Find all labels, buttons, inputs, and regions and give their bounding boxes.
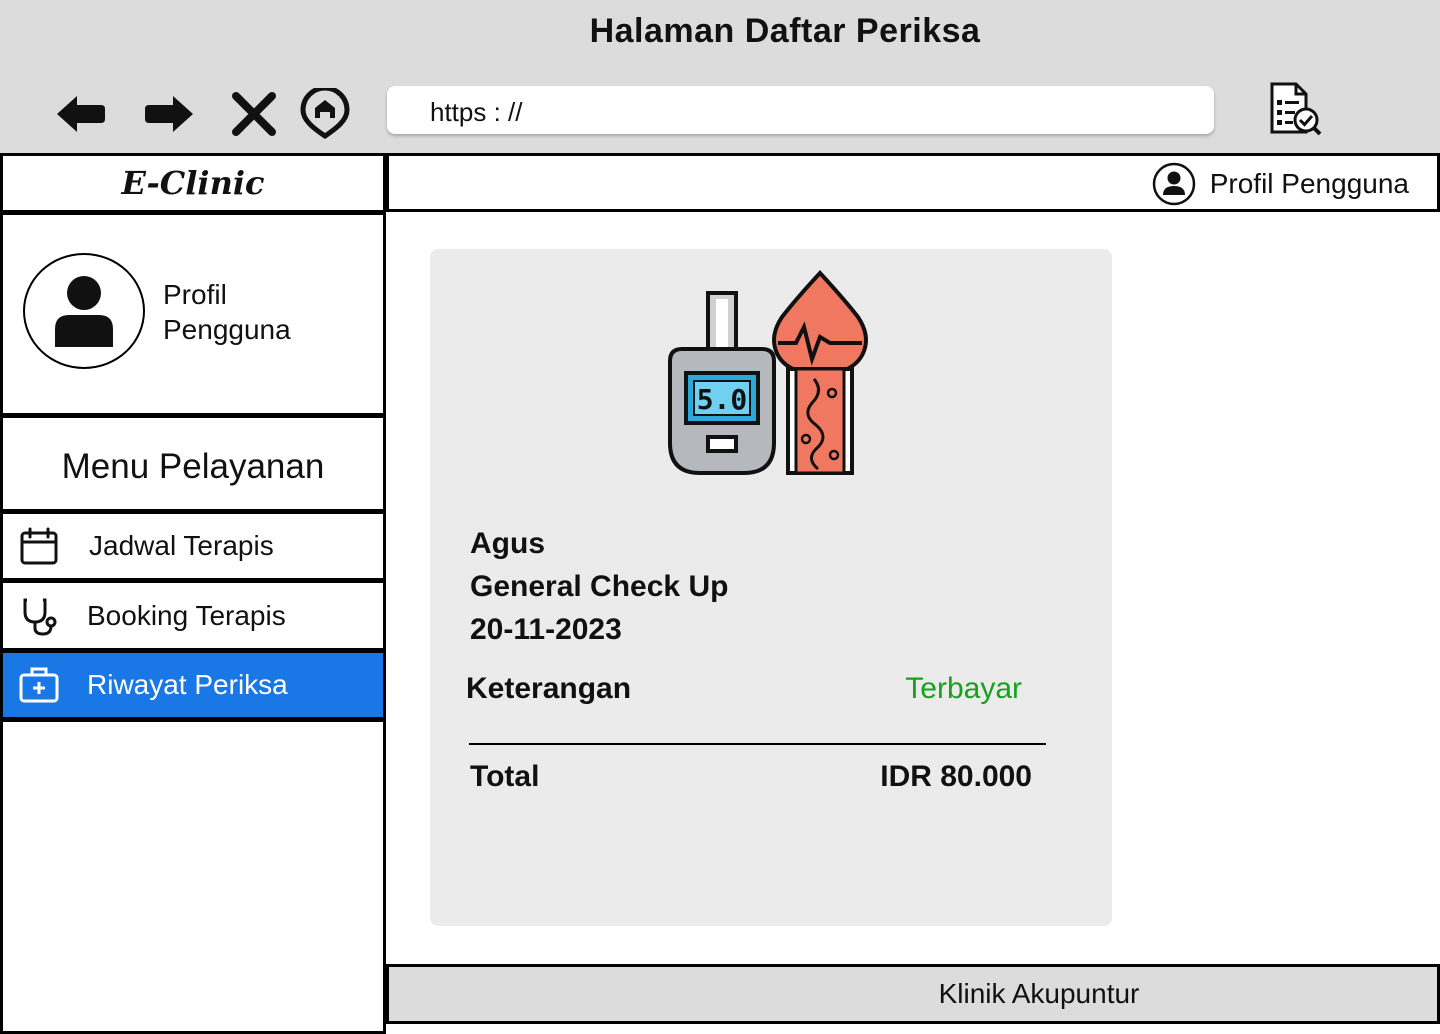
sidebar-item-label: Jadwal Terapis bbox=[89, 530, 274, 561]
note-row: Keterangan Terbayar bbox=[466, 672, 1022, 706]
window-title: Halaman Daftar Periksa bbox=[589, 12, 981, 50]
medical-kit-icon bbox=[19, 667, 59, 703]
menu-title: Menu Pelayanan bbox=[0, 415, 386, 512]
browser-chrome: Halaman Daftar Periksa https : // bbox=[0, 0, 1440, 153]
sidebar-empty-area bbox=[0, 719, 386, 1034]
sidebar-profile[interactable]: Profil Pengguna bbox=[0, 212, 386, 416]
topbar-profile-label: Profil Pengguna bbox=[1209, 168, 1409, 199]
user-circle-icon bbox=[1152, 162, 1195, 206]
meter-reading: 5.0 bbox=[697, 383, 748, 416]
glucose-meter-icon: 5.0 bbox=[668, 270, 868, 475]
total-label: Total bbox=[470, 760, 540, 793]
sidebar-item-riwayat-periksa[interactable]: Riwayat Periksa bbox=[0, 650, 386, 720]
stethoscope-icon bbox=[23, 598, 57, 636]
service-name: General Check Up bbox=[470, 570, 729, 603]
calendar-icon bbox=[20, 527, 58, 565]
record-card: 5.0 Agus General Check Up 20-11-2023 Ket… bbox=[430, 249, 1112, 926]
total-row: Total IDR 80.000 bbox=[470, 760, 1032, 794]
url-bar[interactable]: https : // bbox=[387, 86, 1214, 134]
footer: Klinik Akupuntur bbox=[386, 964, 1440, 1024]
divider bbox=[469, 743, 1046, 745]
sidebar-item-jadwal-terapis[interactable]: Jadwal Terapis bbox=[0, 511, 386, 581]
back-arrow-icon[interactable] bbox=[55, 88, 107, 140]
status-badge: Terbayar bbox=[905, 672, 1022, 705]
footer-label: Klinik Akupuntur bbox=[938, 978, 1140, 1009]
total-value: IDR 80.000 bbox=[880, 760, 1032, 793]
top-bar: Profil Pengguna bbox=[386, 153, 1440, 212]
profile-name-line1: Profil bbox=[163, 279, 227, 310]
profile-name: Profil Pengguna bbox=[163, 277, 333, 347]
app-logo[interactable]: E-Clinic bbox=[0, 153, 386, 213]
home-icon[interactable] bbox=[299, 85, 351, 140]
forward-arrow-icon[interactable] bbox=[143, 88, 195, 140]
close-icon[interactable] bbox=[228, 88, 280, 140]
profile-name-line2: Pengguna bbox=[163, 314, 291, 345]
patient-name: Agus bbox=[470, 527, 545, 560]
note-label: Keterangan bbox=[466, 672, 632, 705]
sidebar-item-booking-terapis[interactable]: Booking Terapis bbox=[0, 580, 386, 651]
topbar-profile-link[interactable]: Profil Pengguna bbox=[1152, 162, 1409, 206]
record-date: 20-11-2023 bbox=[470, 613, 622, 646]
document-check-icon[interactable] bbox=[1266, 80, 1322, 136]
avatar bbox=[23, 253, 145, 369]
sidebar-item-label: Riwayat Periksa bbox=[87, 669, 288, 700]
sidebar-item-label: Booking Terapis bbox=[87, 599, 286, 631]
